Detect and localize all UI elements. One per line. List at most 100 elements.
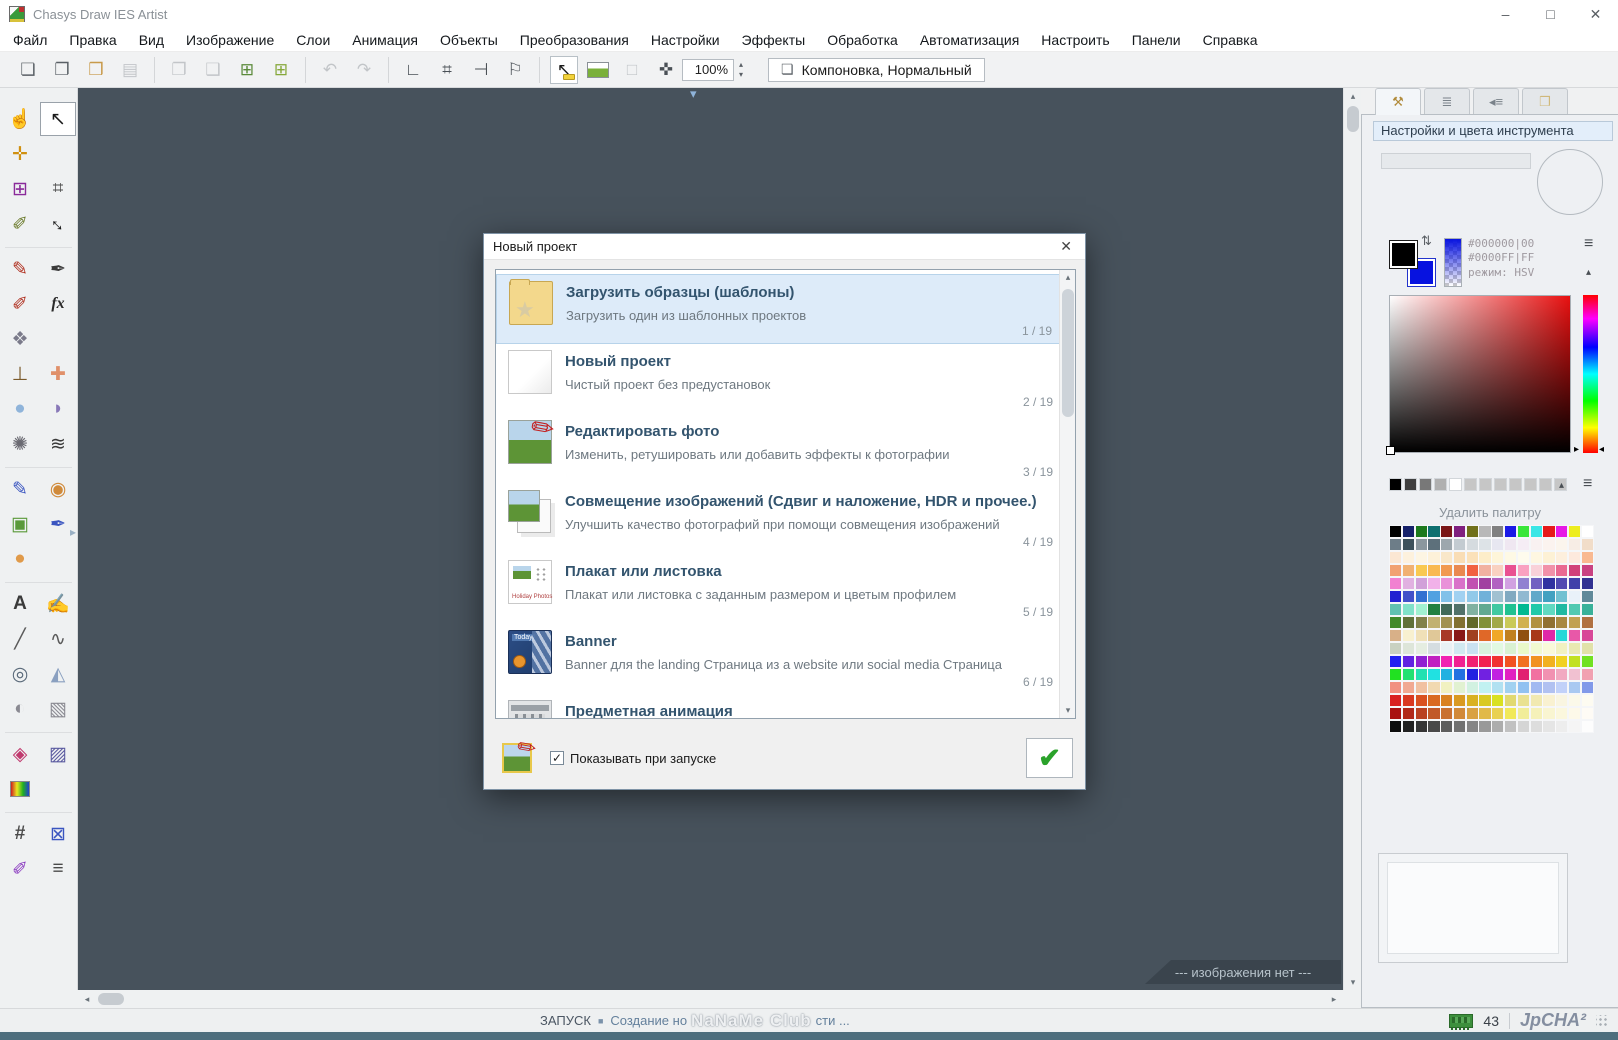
palette-swatch[interactable] bbox=[1390, 616, 1402, 629]
palette-swatch[interactable] bbox=[1415, 694, 1427, 706]
palette-swatch[interactable] bbox=[1390, 577, 1402, 590]
menu-item-2[interactable]: Правка bbox=[58, 28, 127, 52]
layout-mode-button[interactable]: ❏ Компоновка, Нормальный bbox=[768, 57, 985, 82]
palette-swatch[interactable] bbox=[1466, 564, 1478, 577]
palette-swatch[interactable] bbox=[1543, 577, 1555, 590]
palette-swatch[interactable] bbox=[1402, 681, 1414, 693]
palette-swatch[interactable] bbox=[1517, 526, 1529, 538]
palette-swatch[interactable] bbox=[1543, 526, 1555, 538]
palette-swatch[interactable] bbox=[1479, 681, 1491, 693]
snap-edges-icon[interactable]: ⊣ bbox=[467, 56, 495, 84]
palette-swatch[interactable] bbox=[1479, 538, 1491, 551]
menu-item-8[interactable]: Преобразования bbox=[509, 28, 640, 52]
palette-swatch[interactable] bbox=[1505, 668, 1517, 681]
tab-tool-settings[interactable]: ⚒ bbox=[1375, 88, 1421, 115]
palette-swatch[interactable] bbox=[1415, 720, 1427, 732]
palette-swatch[interactable] bbox=[1390, 603, 1402, 616]
palette-swatch[interactable] bbox=[1441, 642, 1453, 655]
palette-swatch[interactable] bbox=[1530, 668, 1542, 681]
menu-item-9[interactable]: Настройки bbox=[640, 28, 731, 52]
palette-swatch[interactable] bbox=[1556, 538, 1568, 551]
scrollbar-thumb[interactable] bbox=[98, 993, 124, 1005]
palette-swatch[interactable] bbox=[1530, 655, 1542, 668]
palette-swatch[interactable] bbox=[1453, 681, 1466, 693]
scroll-left-icon[interactable]: ◂ bbox=[78, 991, 96, 1007]
palette-swatch[interactable] bbox=[1530, 526, 1542, 538]
palette-swatch[interactable] bbox=[1543, 668, 1555, 681]
palette-swatch[interactable] bbox=[1453, 577, 1466, 590]
palette-swatch[interactable] bbox=[1466, 655, 1478, 668]
palette-swatch[interactable] bbox=[1581, 538, 1593, 551]
magic-pen-tool[interactable]: ✐ bbox=[2, 852, 38, 886]
swatch-menu-icon[interactable]: ≡ bbox=[1583, 475, 1592, 493]
palette-swatch[interactable] bbox=[1568, 707, 1581, 719]
palette-swatch[interactable] bbox=[1479, 707, 1491, 719]
palette-swatch[interactable] bbox=[1441, 655, 1453, 668]
palette-swatch[interactable] bbox=[1402, 629, 1414, 642]
palette-swatch[interactable] bbox=[1492, 655, 1504, 668]
menu-item-5[interactable]: Слои bbox=[285, 28, 341, 52]
palette-swatch[interactable] bbox=[1543, 694, 1555, 706]
palette-swatch[interactable] bbox=[1415, 564, 1427, 577]
palette-swatch[interactable] bbox=[1505, 590, 1517, 603]
rulers-icon[interactable]: ∟ bbox=[399, 56, 427, 84]
palette-swatch[interactable] bbox=[1581, 551, 1593, 564]
palette-swatch[interactable] bbox=[1390, 538, 1402, 551]
color-collapse-icon[interactable]: ▴ bbox=[1586, 267, 1591, 278]
palette-swatch[interactable] bbox=[1415, 551, 1427, 564]
palette-swatch[interactable] bbox=[1466, 629, 1478, 642]
template-item-2[interactable]: Новый проект Чистый проект без предустано… bbox=[496, 344, 1075, 414]
palette-swatch[interactable] bbox=[1441, 694, 1453, 706]
palette-swatch[interactable] bbox=[1441, 590, 1453, 603]
palette-swatch[interactable] bbox=[1466, 526, 1478, 538]
palette-swatch[interactable] bbox=[1390, 694, 1402, 706]
tab-object-list[interactable]: ◂≡ bbox=[1473, 88, 1519, 114]
palette-swatch[interactable] bbox=[1581, 629, 1593, 642]
palette-swatch[interactable] bbox=[1415, 616, 1427, 629]
palette-swatch[interactable] bbox=[1556, 655, 1568, 668]
pattern-brush-tool[interactable]: ❖ bbox=[2, 322, 38, 356]
palette-swatch[interactable] bbox=[1479, 655, 1491, 668]
palette-swatch[interactable] bbox=[1556, 707, 1568, 719]
palette-swatch[interactable] bbox=[1428, 616, 1440, 629]
scroll-right-icon[interactable]: ▸ bbox=[1325, 991, 1343, 1007]
palette-swatch[interactable] bbox=[1505, 681, 1517, 693]
save-icon[interactable]: ▤ bbox=[116, 56, 144, 84]
palette-swatch[interactable] bbox=[1402, 526, 1414, 538]
menu-item-6[interactable]: Анимация bbox=[341, 28, 429, 52]
canvas-top-collapse-icon[interactable]: ▾ bbox=[690, 86, 697, 102]
palette-swatch[interactable] bbox=[1492, 681, 1504, 693]
palette-swatch[interactable] bbox=[1390, 564, 1402, 577]
palette-swatch[interactable] bbox=[1415, 590, 1427, 603]
sample-tool[interactable]: ✐ bbox=[2, 207, 38, 241]
template-list-scrollbar[interactable]: ▴ ▾ bbox=[1059, 270, 1075, 718]
palette-swatch[interactable] bbox=[1556, 642, 1568, 655]
palette-swatch[interactable] bbox=[1556, 616, 1568, 629]
menu-item-7[interactable]: Объекты bbox=[429, 28, 509, 52]
palette-swatch[interactable] bbox=[1505, 603, 1517, 616]
palette-swatch[interactable] bbox=[1581, 616, 1593, 629]
palette-swatch[interactable] bbox=[1479, 564, 1491, 577]
palette-swatch[interactable] bbox=[1441, 577, 1453, 590]
palette-swatch[interactable] bbox=[1530, 616, 1542, 629]
palette-swatch[interactable] bbox=[1543, 720, 1555, 732]
palette-swatch[interactable] bbox=[1492, 668, 1504, 681]
palette-swatch[interactable] bbox=[1492, 707, 1504, 719]
palette-swatch[interactable] bbox=[1415, 642, 1427, 655]
palette-swatch[interactable] bbox=[1530, 681, 1542, 693]
palette-swatch[interactable] bbox=[1517, 603, 1529, 616]
redo-icon[interactable]: ↷ bbox=[350, 56, 378, 84]
alpha-gradient-preview[interactable] bbox=[1444, 238, 1462, 287]
move-tool[interactable]: ↖ bbox=[40, 102, 76, 136]
palette-swatch[interactable] bbox=[1402, 538, 1414, 551]
palette-swatch[interactable] bbox=[1415, 707, 1427, 719]
palette-swatch[interactable] bbox=[1568, 603, 1581, 616]
tool-option-field[interactable] bbox=[1381, 153, 1531, 169]
palette-swatch[interactable] bbox=[1390, 707, 1402, 719]
scroll-down-icon[interactable]: ▾ bbox=[1344, 974, 1362, 990]
palette-swatch[interactable] bbox=[1581, 577, 1593, 590]
template-item-4[interactable]: Совмещение изображений (Сдвиг и наложени… bbox=[496, 484, 1075, 554]
fx-brush-tool[interactable]: fx bbox=[40, 287, 76, 321]
palette-swatch[interactable] bbox=[1492, 694, 1504, 706]
heal-tool[interactable]: ✚ bbox=[40, 357, 76, 391]
